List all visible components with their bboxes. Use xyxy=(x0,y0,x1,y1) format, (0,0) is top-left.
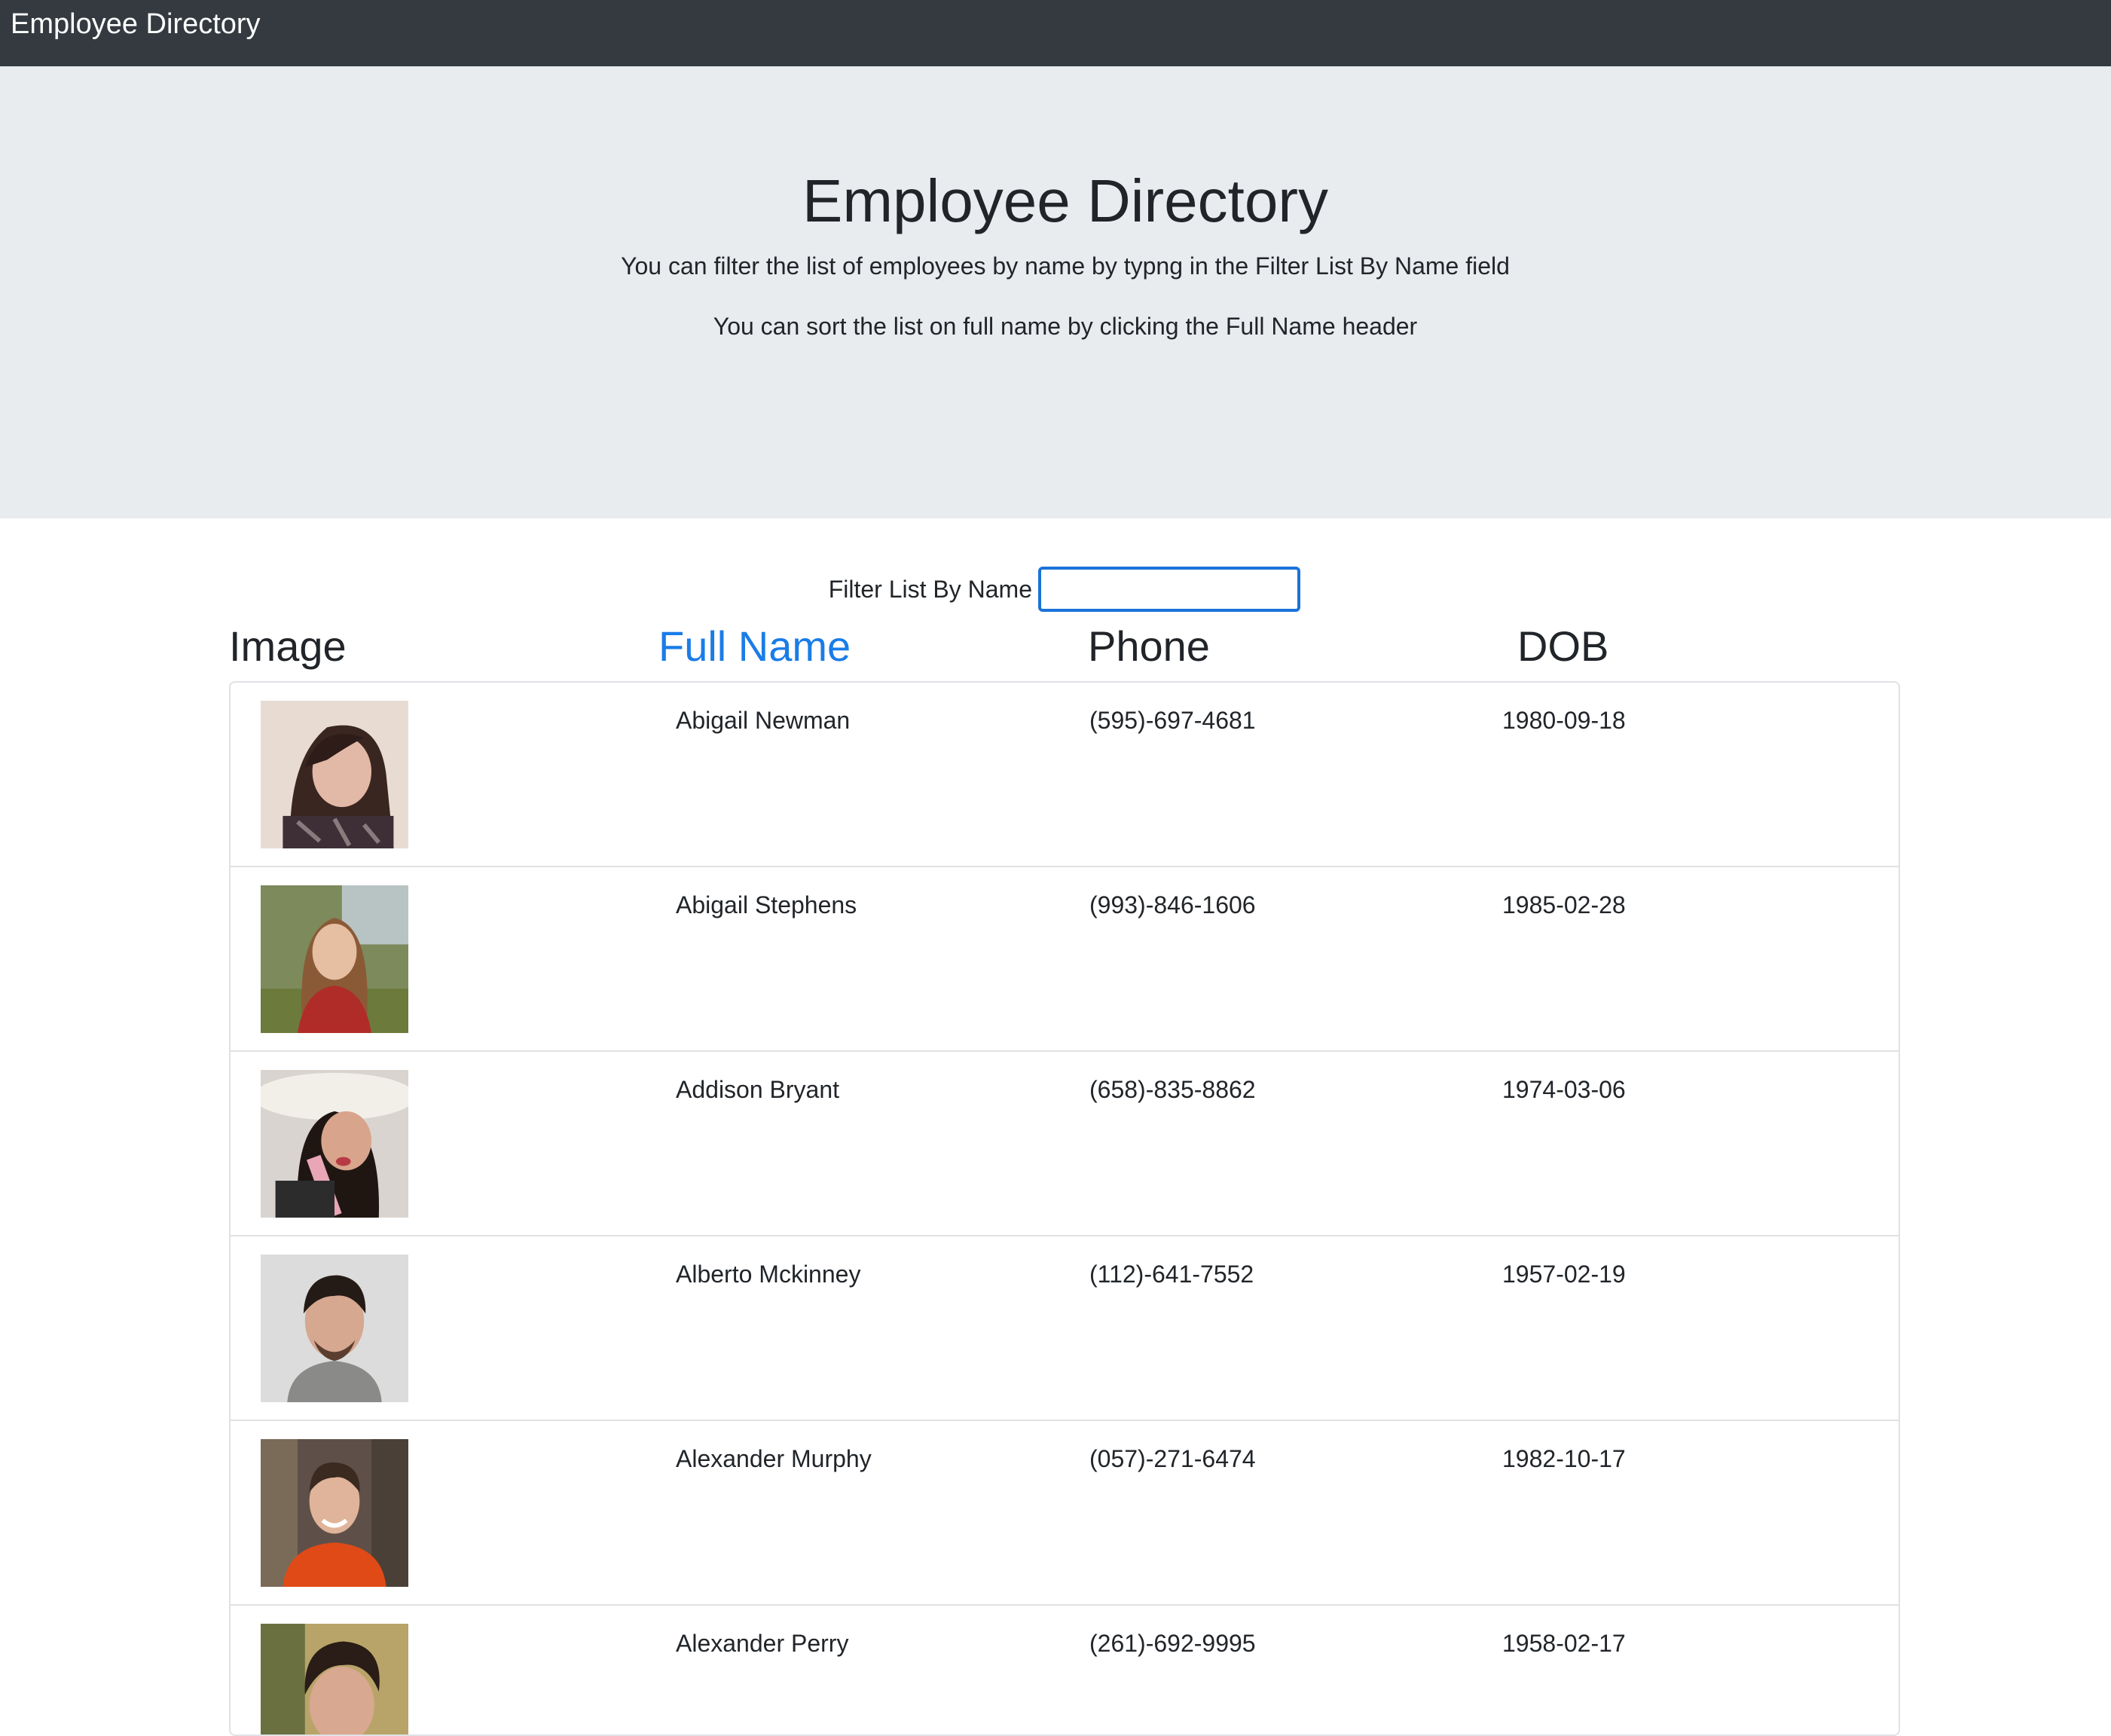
hero-banner xyxy=(0,66,2111,518)
employee-list: Abigail Newman (595)-697-4681 1980-09-18… xyxy=(229,681,1900,1736)
page-title: Employee Directory xyxy=(802,167,1328,234)
top-navbar: Employee Directory xyxy=(0,0,2111,66)
employee-name: Abigail Newman xyxy=(676,707,851,734)
header-phone: Phone xyxy=(1088,622,1210,670)
employee-dob: 1958-02-17 xyxy=(1502,1630,1626,1657)
employee-phone: (112)-641-7552 xyxy=(1089,1261,1254,1288)
filter-label: Filter List By Name xyxy=(828,576,1032,603)
employee-phone: (261)-692-9995 xyxy=(1089,1630,1256,1657)
filter-instructions: You can filter the list of employees by … xyxy=(621,252,1510,280)
employee-phone: (595)-697-4681 xyxy=(1089,707,1256,734)
filter-row: Filter List By Name xyxy=(0,567,2111,612)
employee-photo xyxy=(261,1070,408,1218)
employee-name: Alberto Mckinney xyxy=(676,1261,861,1288)
table-row: Addison Bryant (658)-835-8862 1974-03-06 xyxy=(231,1052,1899,1236)
table-header: Image Full Name Phone DOB xyxy=(0,618,2111,678)
employee-dob: 1982-10-17 xyxy=(1502,1445,1626,1472)
header-dob: DOB xyxy=(1517,622,1609,670)
header-full-name-sort[interactable]: Full Name xyxy=(658,618,851,675)
employee-name: Abigail Stephens xyxy=(676,891,857,918)
employee-dob: 1985-02-28 xyxy=(1502,891,1626,918)
employee-name: Addison Bryant xyxy=(676,1076,840,1103)
navbar-brand[interactable]: Employee Directory xyxy=(11,6,261,42)
employee-phone: (993)-846-1606 xyxy=(1089,891,1256,918)
employee-phone: (658)-835-8862 xyxy=(1089,1076,1256,1103)
employee-photo xyxy=(261,1624,408,1734)
employee-photo xyxy=(261,701,408,848)
employee-photo xyxy=(261,885,408,1033)
table-row: Abigail Newman (595)-697-4681 1980-09-18 xyxy=(231,683,1899,867)
employee-dob: 1980-09-18 xyxy=(1502,707,1626,734)
employee-dob: 1974-03-06 xyxy=(1502,1076,1626,1103)
employee-photo xyxy=(261,1439,408,1587)
sort-instructions: You can sort the list on full name by cl… xyxy=(713,313,1418,340)
table-row: Alexander Murphy (057)-271-6474 1982-10-… xyxy=(231,1421,1899,1606)
employee-phone: (057)-271-6474 xyxy=(1089,1445,1256,1472)
employee-name: Alexander Murphy xyxy=(676,1445,872,1472)
filter-name-input[interactable] xyxy=(1038,567,1300,612)
employee-dob: 1957-02-19 xyxy=(1502,1261,1626,1288)
table-row: Abigail Stephens (993)-846-1606 1985-02-… xyxy=(231,867,1899,1052)
table-row: Alberto Mckinney (112)-641-7552 1957-02-… xyxy=(231,1236,1899,1421)
header-image: Image xyxy=(229,622,347,670)
employee-name: Alexander Perry xyxy=(676,1630,849,1657)
table-row: Alexander Perry (261)-692-9995 1958-02-1… xyxy=(231,1606,1899,1734)
employee-photo xyxy=(261,1255,408,1402)
